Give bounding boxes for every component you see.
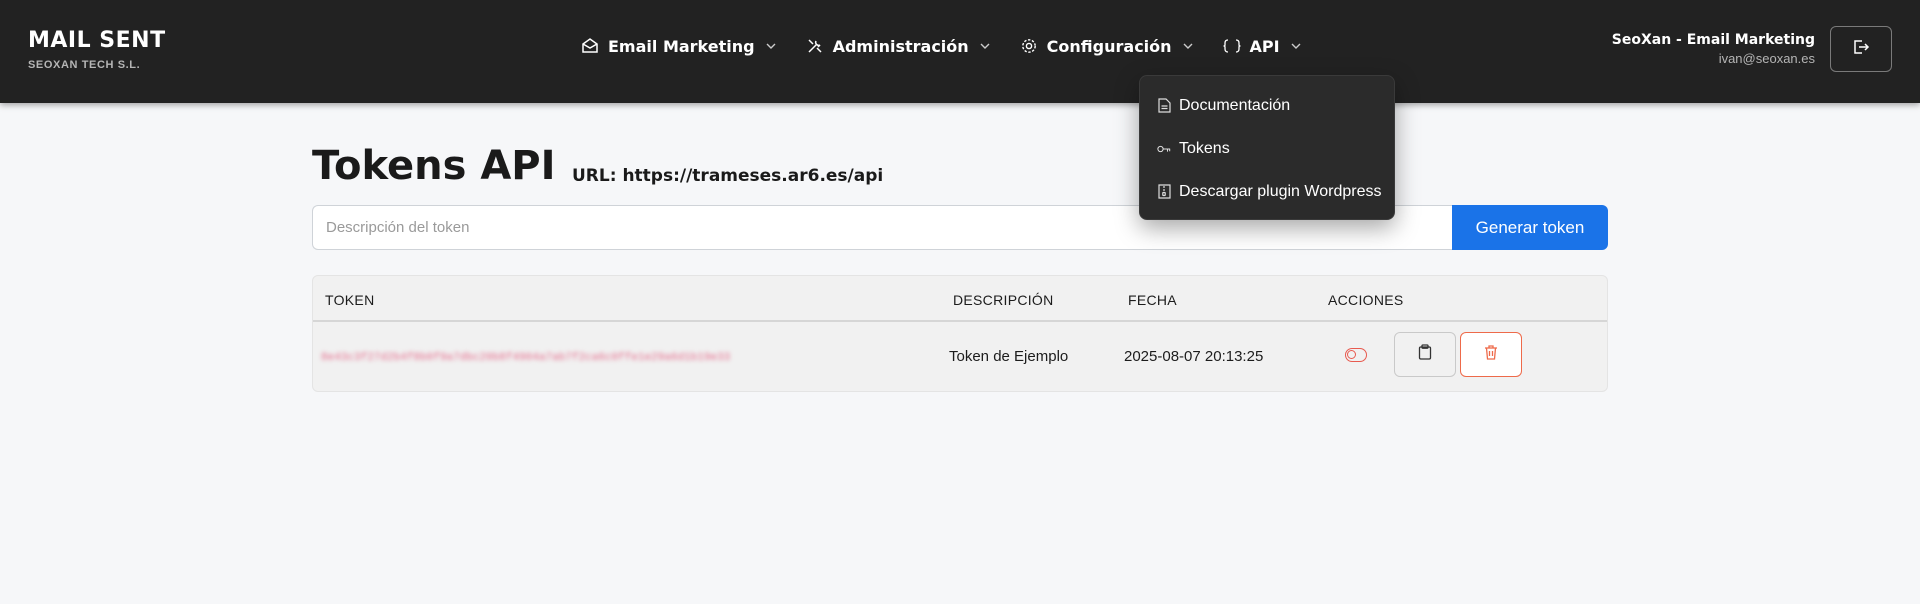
menu-item-descargar-plugin[interactable]: Descargar plugin Wordpress [1140, 170, 1394, 213]
brand-title: MAIL SENT [28, 28, 166, 53]
nav-api[interactable]: API [1222, 36, 1302, 56]
tokens-table: TOKEN DESCRIPCIÓN FECHA ACCIONES 8e43c3f… [312, 275, 1608, 392]
nav-email-marketing[interactable]: Email Marketing [580, 36, 777, 56]
nav-configuracion[interactable]: Configuración [1019, 36, 1194, 56]
clipboard-icon [1418, 344, 1432, 365]
top-navbar: MAIL SENT SEOXAN TECH S.L. Email Marketi… [0, 0, 1920, 103]
generate-token-button[interactable]: Generar token [1452, 205, 1608, 250]
column-header-token: TOKEN [325, 292, 375, 308]
nav-label: API [1249, 36, 1280, 56]
menu-item-label: Documentación [1179, 96, 1291, 114]
chevron-down-icon [765, 40, 777, 52]
key-icon [1157, 141, 1171, 157]
column-header-acciones: ACCIONES [1328, 292, 1404, 308]
gear-icon [1019, 36, 1039, 56]
nav-label: Configuración [1046, 36, 1172, 56]
api-dropdown-menu: Documentación Tokens Descargar plugin Wo… [1139, 75, 1395, 220]
delete-token-button[interactable] [1460, 332, 1522, 377]
token-form: Generar token [312, 205, 1608, 250]
user-name: SeoXan - Email Marketing [1611, 32, 1815, 48]
menu-item-label: Tokens [1179, 139, 1230, 157]
table-header: TOKEN DESCRIPCIÓN FECHA ACCIONES [313, 276, 1607, 322]
main-nav: Email Marketing Administración Configura… [580, 36, 1330, 56]
trash-icon [1484, 344, 1498, 365]
document-icon [1157, 98, 1171, 114]
token-value[interactable]: 8e43c3f27d2b4f8b0f9a7dbc20b8f4904a7ab7f2… [321, 352, 730, 364]
chevron-down-icon [1182, 40, 1194, 52]
column-header-fecha: FECHA [1128, 292, 1177, 308]
envelope-icon [580, 36, 600, 56]
table-row: 8e43c3f27d2b4f8b0f9a7dbc20b8f4904a7ab7f2… [313, 322, 1607, 390]
brand[interactable]: MAIL SENT SEOXAN TECH S.L. [28, 28, 166, 71]
chevron-down-icon [979, 40, 991, 52]
logout-icon [1852, 38, 1870, 61]
user-email: ivan@seoxan.es [1718, 51, 1815, 66]
token-description: Token de Ejemplo [949, 348, 1069, 365]
menu-item-documentacion[interactable]: Documentación [1140, 84, 1394, 127]
braces-icon [1222, 36, 1242, 56]
token-active-toggle[interactable] [1345, 348, 1367, 362]
nav-label: Administración [832, 36, 969, 56]
page-title: Tokens API [312, 143, 556, 189]
nav-label: Email Marketing [608, 36, 755, 56]
copy-token-button[interactable] [1394, 332, 1456, 377]
menu-item-tokens[interactable]: Tokens [1140, 127, 1394, 170]
brand-subtitle: SEOXAN TECH S.L. [28, 59, 141, 71]
api-url: URL: https://trameses.ar6.es/api [572, 166, 884, 186]
logout-button[interactable] [1830, 26, 1892, 72]
menu-item-label: Descargar plugin Wordpress [1179, 182, 1382, 200]
token-date: 2025-08-07 20:13:25 [1124, 348, 1264, 365]
file-zip-icon [1157, 184, 1171, 200]
user-info: SeoXan - Email Marketing ivan@seoxan.es [1612, 32, 1815, 66]
column-header-descripcion: DESCRIPCIÓN [953, 292, 1054, 308]
nav-administracion[interactable]: Administración [805, 36, 991, 56]
tools-icon [805, 36, 825, 56]
chevron-down-icon [1290, 40, 1302, 52]
